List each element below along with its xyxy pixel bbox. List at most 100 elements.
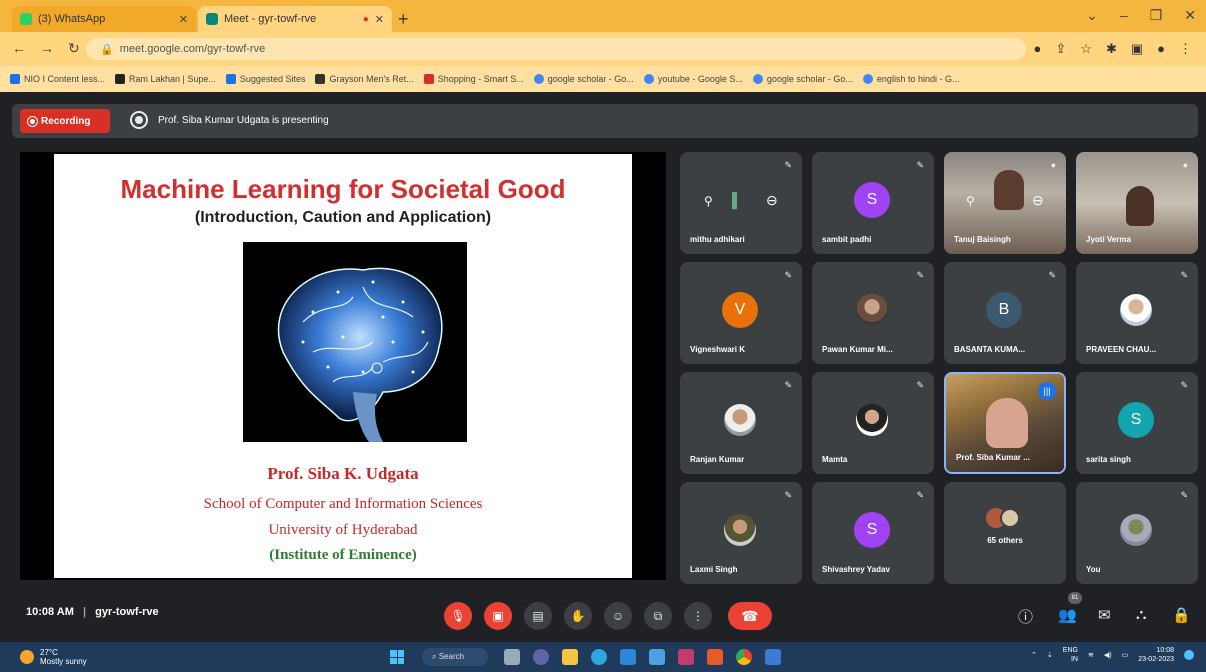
bookmark-item[interactable]: google scholar - Go...: [533, 74, 634, 84]
app-icon[interactable]: [707, 649, 723, 665]
app-icon[interactable]: [765, 649, 781, 665]
bookmark-item[interactable]: Grayson Men's Ret...: [315, 74, 414, 84]
participant-name: Tanuj Baisingh: [954, 235, 1011, 244]
pin-icon[interactable]: ⚲: [704, 194, 713, 208]
slide-university: University of Hyderabad: [268, 522, 418, 538]
host-controls-icon[interactable]: 🔒: [1172, 606, 1191, 624]
volume-icon[interactable]: ◀): [1104, 651, 1112, 659]
end-call-button[interactable]: ☎: [728, 602, 772, 630]
notification-icon[interactable]: [1184, 650, 1194, 660]
camera-toggle-button[interactable]: ▣: [484, 602, 512, 630]
raise-hand-button[interactable]: ✋: [564, 602, 592, 630]
chrome-icon[interactable]: [736, 649, 752, 665]
people-icon[interactable]: 👥: [1058, 606, 1077, 624]
bookmark-item[interactable]: youtube - Google S...: [643, 74, 743, 84]
participant-tile[interactable]: ✎ V Vigneshwari K: [680, 262, 802, 364]
store-icon[interactable]: [620, 649, 636, 665]
wifi-icon[interactable]: ≋: [1088, 651, 1094, 659]
profile-avatar[interactable]: ●: [1157, 41, 1165, 57]
participant-tile-self[interactable]: ✎ You: [1076, 482, 1198, 584]
share-icon[interactable]: ⇪: [1055, 41, 1066, 57]
star-icon[interactable]: ☆: [1080, 41, 1092, 57]
bookmark-item[interactable]: google scholar - Go...: [752, 74, 853, 84]
participant-tile[interactable]: ✎ Pawan Kumar Mi...: [812, 262, 934, 364]
mic-toggle-button[interactable]: 🎙: [444, 602, 472, 630]
participant-tile[interactable]: ✎ Mamta: [812, 372, 934, 474]
avatar: S: [1118, 402, 1154, 438]
reload-icon[interactable]: ↻: [68, 40, 80, 57]
battery-icon[interactable]: ▭: [1122, 651, 1129, 659]
remove-icon[interactable]: ⊖: [766, 192, 778, 209]
clock[interactable]: 10:08 23-02-2023: [1138, 646, 1174, 664]
participant-tile[interactable]: ✎ Ranjan Kumar: [680, 372, 802, 474]
speaking-indicator-icon: |||: [1038, 382, 1056, 400]
app-icon[interactable]: [649, 649, 665, 665]
bookmark-item[interactable]: NIO I Content less...: [10, 74, 105, 84]
participant-tile[interactable]: ● ⚲ ⊖ Tanuj Baisingh: [944, 152, 1066, 254]
participant-name: Vigneshwari K: [690, 345, 745, 354]
new-tab-button[interactable]: +: [398, 9, 409, 30]
participant-tile[interactable]: ✎ PRAVEEN CHAU...: [1076, 262, 1198, 364]
tab-meet[interactable]: Meet - gyr-towf-rve ● ✕: [198, 6, 392, 32]
forward-arrow-icon[interactable]: →: [40, 40, 54, 57]
bookmark-item[interactable]: Shopping - Smart S...: [423, 74, 524, 84]
bookmark-item[interactable]: english to hindi - G...: [862, 74, 959, 84]
remove-icon[interactable]: ⊖: [1032, 192, 1044, 209]
avatar: [856, 404, 888, 436]
chat-app-icon[interactable]: [533, 649, 549, 665]
participant-tile[interactable]: ✎ B BASANTA KUMA...: [944, 262, 1066, 364]
participant-tile[interactable]: ✎ Laxmi Singh: [680, 482, 802, 584]
participant-tile-others[interactable]: 65 others: [944, 482, 1066, 584]
minimize-button[interactable]: –: [1120, 7, 1128, 24]
tab-whatsapp[interactable]: (3) WhatsApp ✕: [12, 6, 196, 32]
participant-tile[interactable]: ● Jyoti Verma: [1076, 152, 1198, 254]
mic-off-icon: ●: [1050, 160, 1056, 170]
edge-icon[interactable]: [591, 649, 607, 665]
close-window-button[interactable]: ✕: [1184, 7, 1196, 24]
more-options-button[interactable]: ⋮: [684, 602, 712, 630]
lock-icon: 🔒: [100, 43, 114, 56]
close-icon[interactable]: ✕: [375, 13, 384, 26]
weather-widget[interactable]: 27°C Mostly sunny: [20, 648, 87, 666]
extensions-icon[interactable]: ✱: [1106, 41, 1117, 57]
mic-off-icon: ✎: [1180, 380, 1188, 390]
sidebar-icon[interactable]: ▣: [1131, 41, 1143, 57]
menu-dots-icon[interactable]: ⋮: [1179, 41, 1192, 57]
participant-tile-active-speaker[interactable]: ||| Prof. Siba Kumar ...: [944, 372, 1066, 474]
language-indicator[interactable]: ENG IN: [1063, 646, 1078, 664]
participant-tile[interactable]: ✎ ⚲ ▌ ⊖ mithu adhikari: [680, 152, 802, 254]
task-view-icon[interactable]: [504, 649, 520, 665]
chat-icon[interactable]: ✉: [1098, 606, 1111, 624]
camera-icon[interactable]: ●: [1034, 41, 1042, 57]
emoji-button[interactable]: ☺: [604, 602, 632, 630]
participant-tile[interactable]: ✎ S sambit padhi: [812, 152, 934, 254]
close-icon[interactable]: ✕: [179, 13, 188, 26]
captions-button[interactable]: ▤: [524, 602, 552, 630]
back-arrow-icon[interactable]: ←: [12, 40, 26, 57]
usb-icon[interactable]: ⇣: [1047, 651, 1053, 659]
start-icon[interactable]: [390, 650, 404, 664]
participant-tile[interactable]: ✎ S sarita singh: [1076, 372, 1198, 474]
maximize-button[interactable]: ❐: [1150, 7, 1163, 24]
taskbar-search[interactable]: ⌕ Search: [422, 648, 488, 666]
participant-name: Pawan Kumar Mi...: [822, 345, 893, 354]
bookmark-item[interactable]: Suggested Sites: [225, 74, 305, 84]
present-button[interactable]: ⧉: [644, 602, 672, 630]
chevron-up-icon[interactable]: ⌃: [1031, 651, 1037, 659]
chevron-down-icon[interactable]: ⌄: [1086, 7, 1098, 24]
url-input[interactable]: 🔒 meet.google.com/gyr-towf-rve: [86, 38, 1026, 60]
info-icon[interactable]: ⓘ: [1018, 606, 1033, 627]
activities-icon[interactable]: ⛬: [1136, 606, 1147, 623]
pin-icon[interactable]: ⚲: [966, 194, 975, 208]
google-icon: [533, 74, 544, 84]
file-explorer-icon[interactable]: [562, 649, 578, 665]
google-icon: [752, 74, 763, 84]
mic-off-icon: ✎: [916, 270, 924, 280]
app-icon[interactable]: [678, 649, 694, 665]
taskbar-apps: [504, 649, 781, 665]
bookmark-item[interactable]: Ram Lakhan | Supe...: [115, 74, 216, 84]
recording-badge[interactable]: Recording: [20, 109, 110, 133]
tab-title: (3) WhatsApp: [38, 13, 106, 25]
browser-toolbar-icons: ● ⇪ ☆ ✱ ▣ ● ⋮: [1034, 41, 1192, 57]
participant-tile[interactable]: ✎ S Shivashrey Yadav: [812, 482, 934, 584]
